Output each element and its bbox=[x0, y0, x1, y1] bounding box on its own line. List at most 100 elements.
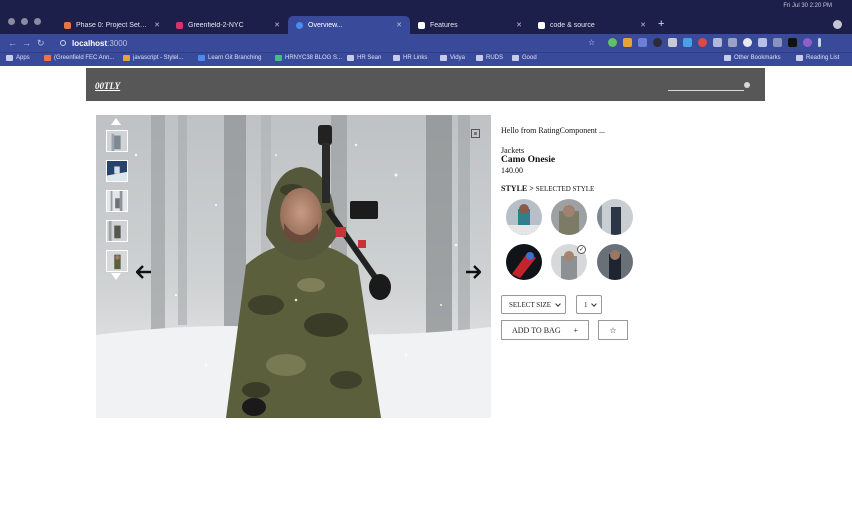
chevron-up-icon[interactable] bbox=[111, 118, 121, 125]
bookmark-folder[interactable]: HR Sean bbox=[347, 55, 381, 61]
bookmark-folder[interactable]: Vidya bbox=[440, 55, 465, 61]
site-info-icon[interactable] bbox=[60, 40, 66, 46]
search-input[interactable] bbox=[668, 90, 744, 91]
folder-icon bbox=[440, 55, 447, 61]
bookmark-label: Other Bookmarks bbox=[734, 55, 781, 61]
bookmark-label: Learn Git Branching bbox=[208, 55, 262, 61]
bookmark-item[interactable]: (Greenfield FEC Ann... bbox=[44, 55, 114, 61]
style-swatch[interactable] bbox=[597, 244, 633, 280]
tab-favicon-icon bbox=[176, 21, 183, 29]
tab-project-setup[interactable]: Phase 0: Project Setup and Re ✕ bbox=[56, 16, 168, 34]
bookmark-item[interactable]: Learn Git Branching bbox=[198, 55, 261, 61]
bookmark-label: HR Sean bbox=[357, 55, 382, 61]
thumbnail[interactable] bbox=[106, 190, 128, 212]
image-gallery bbox=[96, 115, 491, 418]
extension-icon[interactable] bbox=[758, 38, 767, 47]
tab-greenfield[interactable]: Greenfield-2-NYC ✕ bbox=[168, 16, 288, 34]
extension-icon[interactable] bbox=[653, 38, 662, 47]
bookmark-folder[interactable]: Good bbox=[512, 55, 537, 61]
style-swatch[interactable] bbox=[506, 244, 542, 280]
site-logo[interactable]: 00TLY bbox=[95, 81, 120, 91]
tab-code-source[interactable]: code & source ✕ bbox=[530, 16, 654, 34]
window-controls[interactable] bbox=[8, 18, 41, 25]
next-image-arrow-icon[interactable] bbox=[465, 265, 481, 279]
new-tab-button[interactable]: + bbox=[658, 18, 664, 30]
size-select-value: SELECT SIZE bbox=[509, 300, 552, 309]
bookmark-folder[interactable]: Other Bookmarks bbox=[724, 55, 781, 61]
extension-icon[interactable] bbox=[698, 38, 707, 47]
style-swatch[interactable] bbox=[597, 199, 633, 235]
close-tab-icon[interactable]: ✕ bbox=[274, 21, 280, 29]
extension-icon[interactable] bbox=[608, 38, 617, 47]
tab-title: Features bbox=[430, 21, 458, 29]
previous-image-arrow-icon[interactable] bbox=[136, 265, 152, 279]
extension-icon[interactable] bbox=[638, 38, 647, 47]
tab-search-icon[interactable] bbox=[833, 20, 842, 29]
close-tab-icon[interactable]: ✕ bbox=[516, 21, 522, 29]
avatar[interactable] bbox=[803, 38, 812, 47]
system-clock: Fri Jul 30 2:20 PM bbox=[783, 3, 832, 9]
quantity-select[interactable]: 1 bbox=[576, 295, 602, 314]
bookmark-label: HR Links bbox=[403, 55, 428, 61]
folder-icon bbox=[724, 55, 731, 61]
extension-icon[interactable] bbox=[728, 38, 737, 47]
bookmark-item[interactable]: javascript - Stylel... bbox=[123, 55, 183, 61]
thumbnail[interactable] bbox=[106, 160, 128, 182]
puzzle-icon[interactable] bbox=[773, 38, 782, 47]
product-name: Camo Onesie bbox=[501, 155, 556, 165]
close-window-icon[interactable] bbox=[8, 18, 15, 25]
size-select[interactable]: SELECT SIZE bbox=[501, 295, 566, 314]
style-swatch[interactable] bbox=[551, 199, 587, 235]
bookmark-apps[interactable]: Apps bbox=[6, 55, 30, 61]
favicon-icon bbox=[123, 55, 130, 61]
reading-list[interactable]: Reading List bbox=[796, 55, 839, 61]
thumbnail[interactable] bbox=[106, 130, 128, 152]
extension-icon[interactable] bbox=[788, 38, 797, 47]
plus-icon: + bbox=[573, 325, 578, 335]
close-tab-icon[interactable]: ✕ bbox=[154, 21, 160, 29]
tab-favicon-icon bbox=[64, 21, 71, 29]
bookmark-folder[interactable]: HR Links bbox=[393, 55, 427, 61]
bookmark-item[interactable]: HRNYC38 BLOG S... bbox=[275, 55, 342, 61]
star-icon: ☆ bbox=[609, 325, 617, 335]
extension-icon[interactable] bbox=[743, 38, 752, 47]
thumbnail[interactable] bbox=[106, 220, 128, 242]
globe-icon bbox=[296, 21, 303, 29]
bookmark-folder[interactable]: RUDS bbox=[476, 55, 503, 61]
more-menu-icon[interactable] bbox=[818, 38, 821, 47]
close-tab-icon[interactable]: ✕ bbox=[396, 21, 402, 29]
tab-title: Overview... bbox=[308, 21, 343, 29]
chevron-down-icon[interactable] bbox=[111, 273, 121, 280]
bookmark-label: Reading List bbox=[806, 55, 840, 61]
address-bar[interactable]: localhost :3000 bbox=[52, 36, 608, 50]
folder-icon bbox=[512, 55, 519, 61]
bookmark-label: HRNYC38 BLOG S... bbox=[285, 55, 343, 61]
extension-icon[interactable] bbox=[623, 38, 632, 47]
back-arrow-icon[interactable]: ← bbox=[8, 37, 17, 49]
tab-overview[interactable]: Overview... ✕ bbox=[288, 16, 410, 34]
reload-icon[interactable]: ↻ bbox=[37, 37, 45, 49]
minimize-window-icon[interactable] bbox=[21, 18, 28, 25]
product-price: 140.00 bbox=[501, 166, 523, 175]
thumbnail-selected[interactable] bbox=[106, 250, 128, 272]
system-menu-bar: Fri Jul 30 2:20 PM bbox=[783, 2, 832, 10]
add-to-bag-button[interactable]: ADD TO BAG + bbox=[501, 320, 589, 340]
search-icon[interactable] bbox=[744, 82, 750, 88]
extension-icon[interactable] bbox=[713, 38, 722, 47]
style-swatch[interactable] bbox=[506, 199, 542, 235]
extension-icon[interactable] bbox=[668, 38, 677, 47]
forward-arrow-icon[interactable]: → bbox=[22, 37, 31, 49]
tab-title: Greenfield-2-NYC bbox=[188, 21, 244, 29]
maximize-window-icon[interactable] bbox=[34, 18, 41, 25]
tab-features[interactable]: Features ✕ bbox=[410, 16, 530, 34]
bookmark-star-icon[interactable]: ☆ bbox=[588, 38, 595, 48]
favorite-button[interactable]: ☆ bbox=[598, 320, 628, 340]
extension-icon[interactable] bbox=[683, 38, 692, 47]
expand-icon[interactable] bbox=[471, 129, 480, 138]
close-tab-icon[interactable]: ✕ bbox=[640, 21, 646, 29]
chevron-down-icon bbox=[555, 301, 561, 307]
favicon-icon bbox=[198, 55, 205, 61]
plus-icon bbox=[275, 55, 282, 61]
main-product-image[interactable] bbox=[96, 115, 491, 418]
selected-style-name: SELECTED STYLE bbox=[535, 185, 595, 193]
